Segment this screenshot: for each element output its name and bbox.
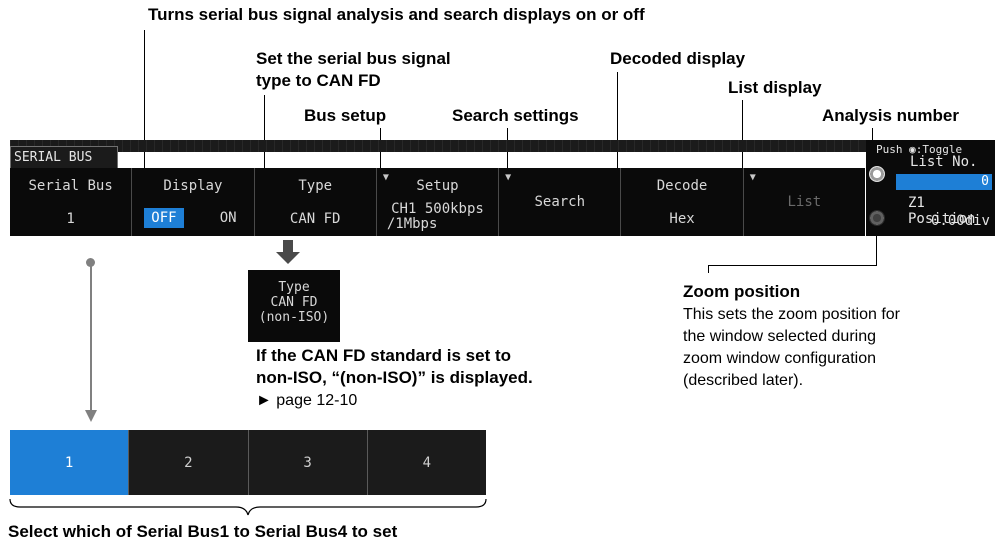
search-menu-icon: ▼	[505, 172, 512, 183]
leader-zoom-horizontal	[708, 265, 877, 266]
type-popup: Type CAN FD (non-ISO)	[248, 270, 340, 342]
annotation-zoom-desc: This sets the zoom position for the wind…	[683, 304, 900, 392]
annotation-set-type-line1: Set the serial bus signal	[256, 49, 451, 68]
decode-title: Decode	[656, 178, 708, 194]
annotation-select-caption: Select which of Serial Bus1 to Serial Bu…	[8, 522, 398, 541]
zoom-desc-4: (described later).	[683, 372, 804, 389]
annotation-decoded-display: Decoded display	[610, 49, 746, 68]
list-title: List	[787, 194, 822, 210]
display-off: OFF	[144, 208, 184, 228]
down-arrow-head-icon	[276, 252, 300, 264]
annotation-set-type-line2: type to CAN FD	[256, 71, 381, 90]
display-toggle: OFF ON	[144, 208, 243, 228]
list-menu-icon: ▼	[749, 172, 756, 183]
search-key[interactable]: ▼ Search	[499, 168, 622, 236]
setup-value-line1: CH1 500kbps	[391, 201, 484, 217]
selector-arrow-head-icon	[85, 410, 97, 422]
setup-value-line2: /1Mbps	[386, 216, 438, 232]
type-value: CAN FD	[289, 211, 341, 227]
type-key[interactable]: Type CAN FD	[255, 168, 377, 236]
zoom-desc-2: the window selected during	[683, 328, 877, 345]
soft-key-menu: Serial Bus 1 Display OFF ON Type CAN FD …	[10, 168, 865, 236]
selector-option-2[interactable]: 2	[129, 430, 249, 495]
type-title: Type	[298, 178, 333, 194]
serial-bus-key[interactable]: Serial Bus 1	[10, 168, 133, 236]
selector-leader	[90, 262, 92, 412]
annotation-zoom-position: Zoom position	[683, 282, 801, 301]
annotation-list-display: List display	[728, 78, 822, 97]
display-key[interactable]: Display OFF ON	[132, 168, 255, 236]
list-no-label: List No.	[910, 154, 978, 170]
leader-display	[144, 30, 145, 182]
selector-option-1[interactable]: 1	[10, 430, 130, 495]
selector-option-3[interactable]: 3	[249, 430, 368, 495]
annotation-search-settings: Search settings	[452, 106, 579, 125]
setup-title: Setup	[416, 178, 459, 194]
selector-leader-dot	[86, 258, 95, 267]
down-arrow-icon	[283, 240, 293, 252]
annotation-set-type: Set the serial bus signal type to CAN FD	[256, 48, 451, 92]
zoom-desc-1: This sets the zoom position for	[683, 306, 900, 323]
serial-bus-selector: 1 2 3 4	[10, 430, 486, 495]
noniso-line1: If the CAN FD standard is set to	[256, 346, 512, 365]
z1-position-knob-icon[interactable]	[869, 210, 885, 226]
annotation-analysis-number: Analysis number	[822, 106, 959, 125]
setup-key[interactable]: ▼ Setup CH1 500kbps /1Mbps	[377, 168, 500, 236]
display-title: Display	[163, 178, 223, 194]
serial-bus-title: Serial Bus	[28, 178, 113, 194]
list-no-knob-icon[interactable]	[869, 166, 885, 182]
annotation-noniso: If the CAN FD standard is set to non-ISO…	[256, 345, 533, 389]
decode-value: Hex	[669, 211, 695, 227]
setup-value: CH1 500kbps /1Mbps	[377, 202, 498, 232]
zoom-desc-3: zoom window configuration	[683, 350, 876, 367]
display-on: ON	[219, 210, 237, 226]
leader-zoom-tick	[708, 265, 709, 273]
menu-tab-label: SERIAL BUS	[10, 146, 118, 168]
decode-key[interactable]: Decode Hex	[621, 168, 744, 236]
selector-brace	[9, 498, 487, 516]
noniso-line2: non-ISO, “(non-ISO)” is displayed.	[256, 368, 533, 387]
serial-bus-value: 1	[66, 211, 75, 227]
jog-panel: Push ◉:Toggle List No. 0 Z1 Position 0.0…	[866, 140, 995, 236]
leader-zoom-vertical	[876, 236, 877, 266]
selector-option-4[interactable]: 4	[368, 430, 486, 495]
annotation-bus-setup: Bus setup	[304, 106, 387, 125]
page-reference: ► page 12-10	[256, 392, 358, 409]
z1-position-value: 0.00div	[930, 213, 990, 229]
list-no-field[interactable]: 0	[896, 174, 992, 190]
popup-line2: (non-ISO)	[258, 310, 330, 325]
popup-title: Type	[278, 280, 310, 295]
popup-line1: CAN FD	[270, 295, 318, 310]
list-key[interactable]: ▼ List	[744, 168, 865, 236]
annotation-turns-serial: Turns serial bus signal analysis and sea…	[148, 5, 645, 24]
search-title: Search	[534, 194, 586, 210]
menu-top-strip	[10, 140, 995, 152]
leader-decode	[617, 72, 618, 182]
